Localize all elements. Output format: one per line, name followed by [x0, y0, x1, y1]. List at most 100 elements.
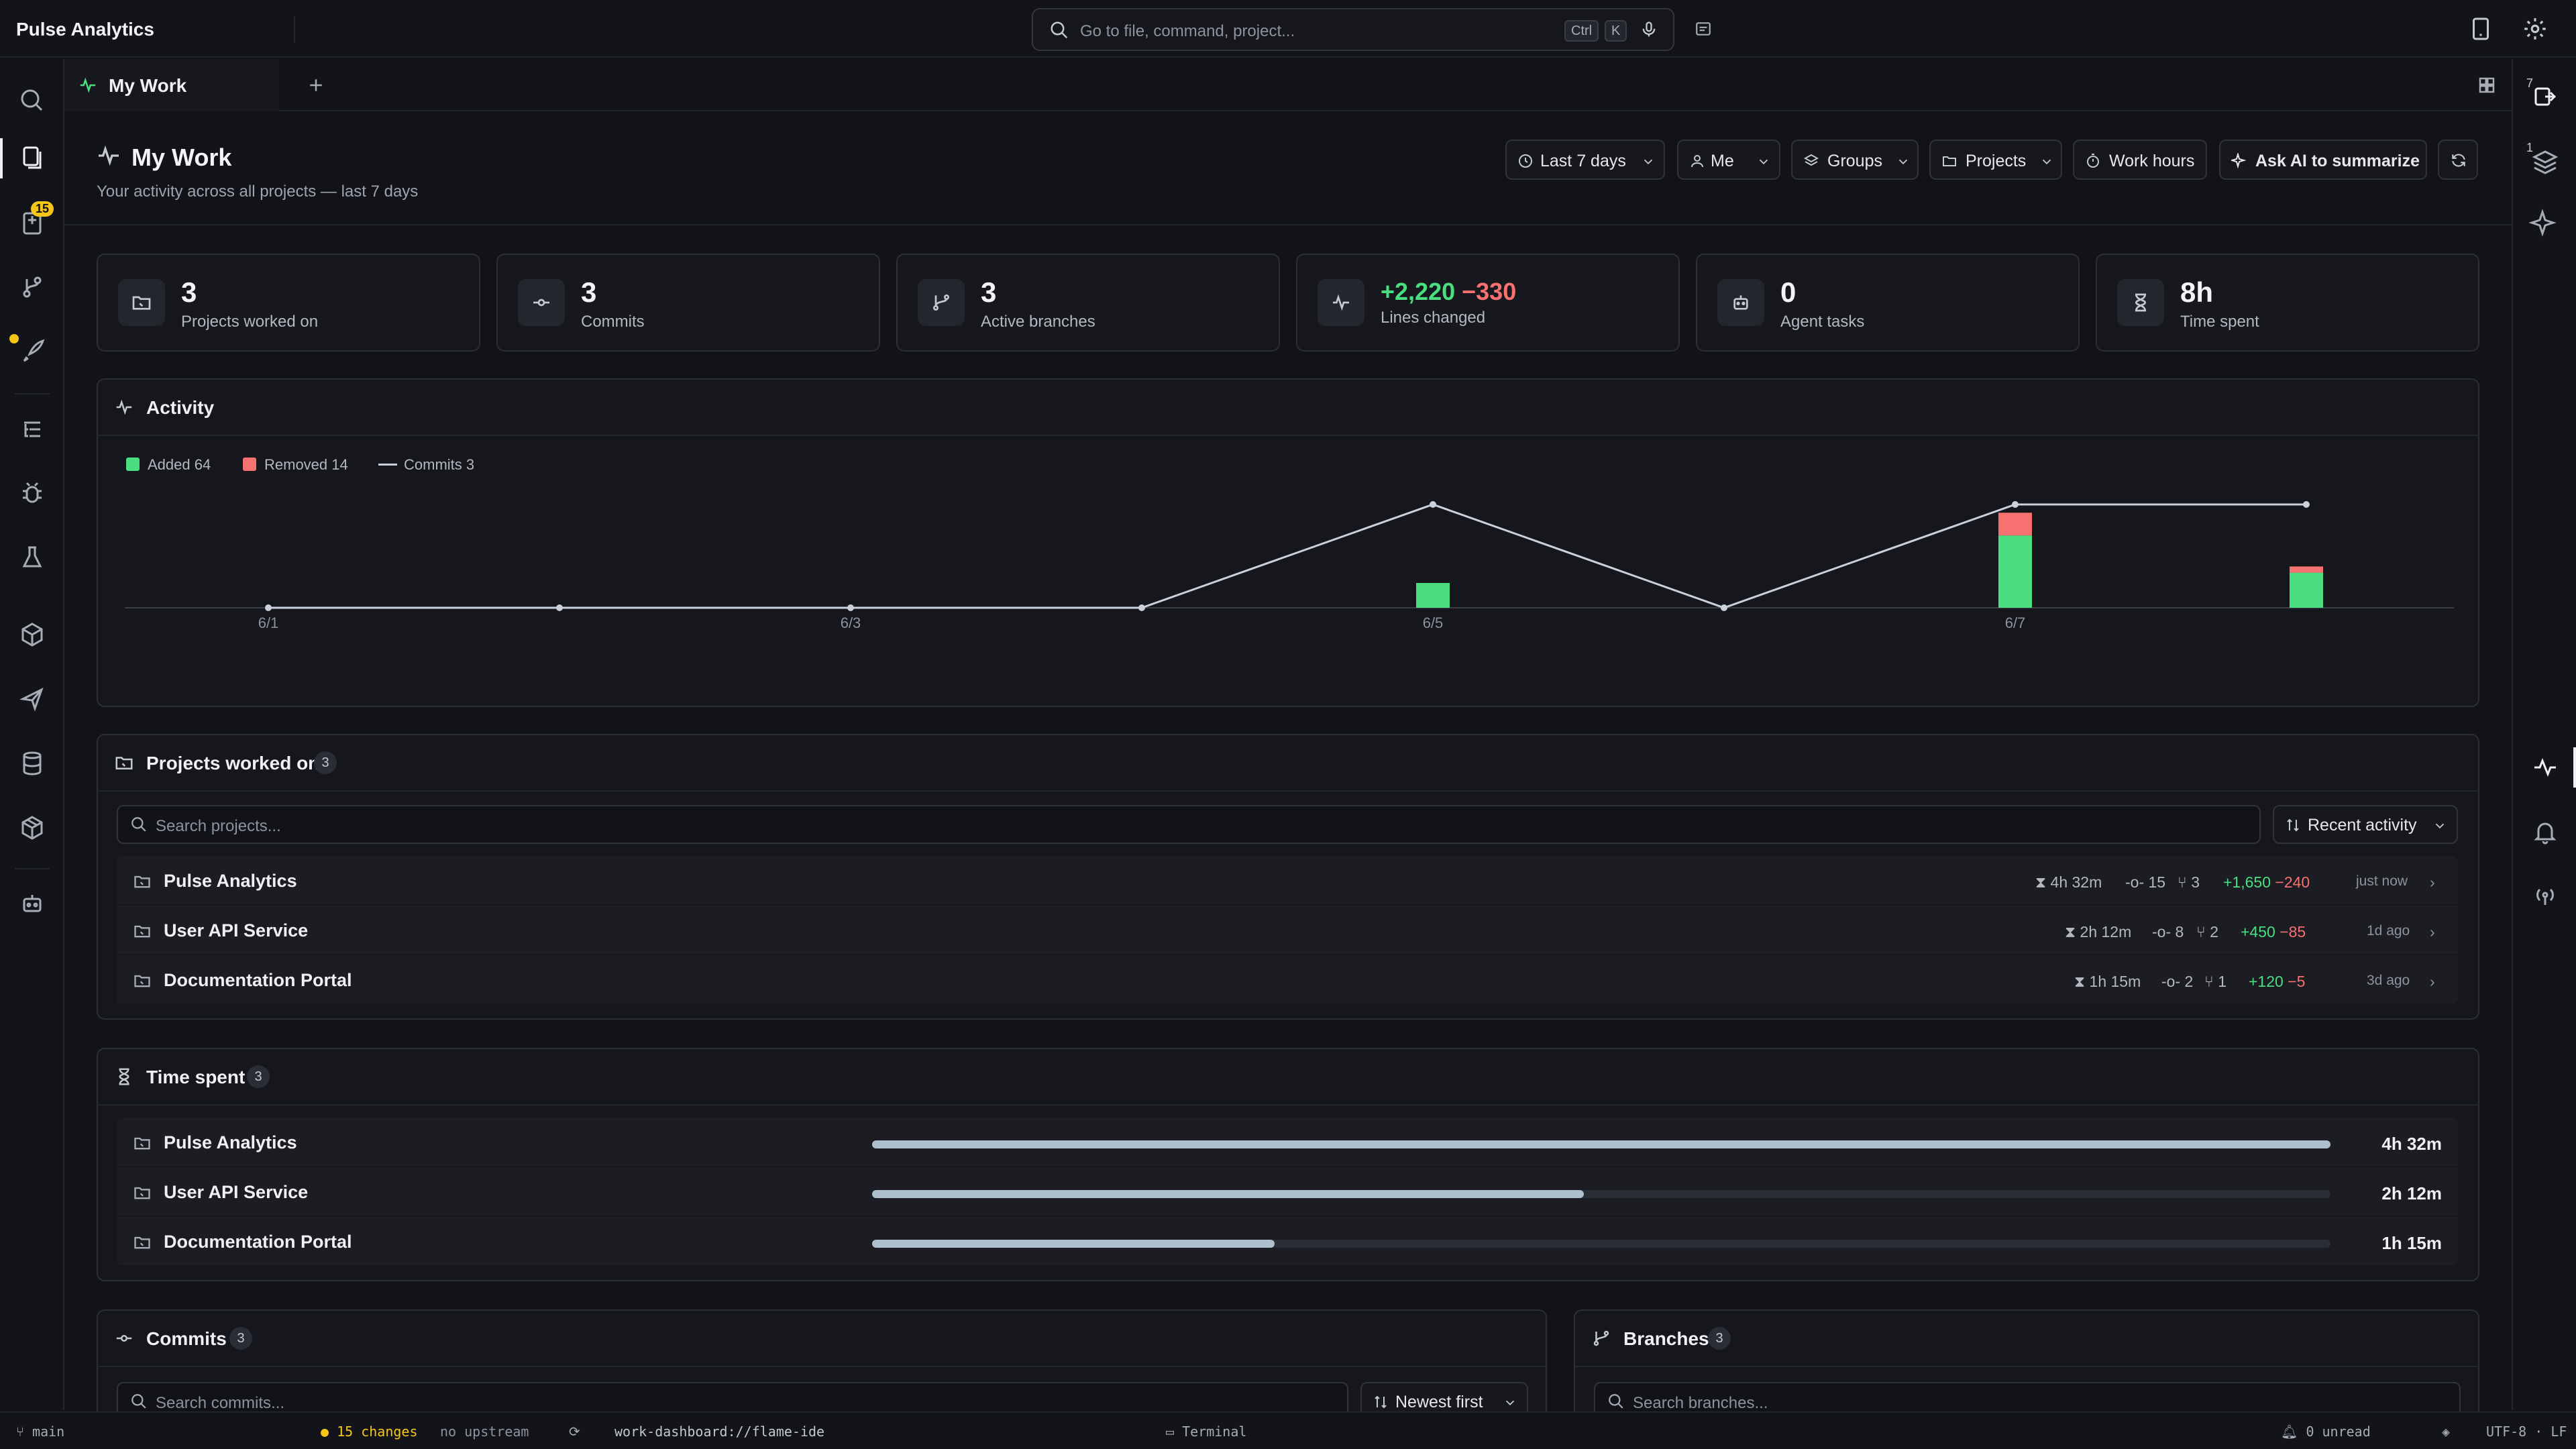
work-hours-toggle[interactable]: Work hours — [2073, 140, 2207, 180]
chevron-right-icon: › — [2430, 873, 2435, 891]
terminal-button[interactable]: ▭ Terminal — [1166, 1424, 1246, 1440]
pulse-icon — [1333, 294, 1349, 311]
user-select[interactable]: Me — [1677, 140, 1780, 180]
commits-point — [1721, 604, 1727, 611]
chevron-down-icon — [2435, 823, 2445, 829]
sort-icon — [2287, 818, 2299, 832]
project-sort-select[interactable]: Recent activity — [2273, 805, 2458, 844]
project-commits: -o- 15 — [2125, 873, 2166, 891]
sparkles-icon[interactable] — [2525, 205, 2565, 246]
git-branch-icon[interactable] — [12, 267, 52, 307]
stat-icon-box — [918, 279, 965, 326]
project-last-active: just now — [2356, 873, 2408, 889]
stat-icon-box — [1318, 279, 1364, 326]
projects-select[interactable]: Projects — [1929, 140, 2062, 180]
branch-status[interactable]: ⑂ main — [16, 1424, 64, 1440]
time-row: Pulse Analytics 4h 32m — [117, 1118, 2458, 1167]
gear-icon[interactable] — [2522, 16, 2548, 42]
network-icon[interactable]: ◈ — [2442, 1424, 2450, 1440]
folder-icon — [132, 296, 151, 310]
refresh-button[interactable] — [2438, 140, 2478, 180]
project-time: ⧗ 4h 32m — [2035, 873, 2102, 891]
branches-value: 1 — [2218, 973, 2226, 990]
bell-icon[interactable] — [2525, 812, 2565, 852]
date-range-select[interactable]: Last 7 days — [1505, 140, 1665, 180]
pulse-icon[interactable] — [2525, 747, 2565, 788]
stat-card-commits: 3 Commits — [496, 254, 880, 352]
robot-icon[interactable] — [12, 884, 52, 924]
bar-added — [1416, 583, 1450, 608]
sparkles-icon — [2231, 153, 2247, 169]
chevron-right-icon: › — [2430, 923, 2435, 941]
folder-icon — [134, 925, 150, 938]
hourglass-icon — [2135, 293, 2147, 312]
project-lines: +1,650 −240 — [2223, 873, 2310, 892]
database-icon[interactable] — [12, 743, 52, 784]
folder-icon — [115, 757, 133, 769]
chevron-down-icon — [1759, 159, 1768, 165]
time-bar-track — [872, 1140, 2330, 1148]
branch-search-input[interactable]: Search branches... — [1594, 1382, 2461, 1411]
command-palette-input[interactable]: Go to file, command, project... Ctrl K — [1032, 8, 1674, 51]
layers-icon[interactable] — [2525, 141, 2565, 181]
stat-card-time-spent: 8h Time spent — [2096, 254, 2479, 352]
project-row[interactable]: User API Service ⧗ 2h 12m -o- 8 ⑂ 2 +450… — [117, 906, 2458, 955]
tablet-icon[interactable] — [2469, 16, 2493, 42]
stat-label: Time spent — [2180, 313, 2259, 331]
search-icon[interactable] — [12, 80, 52, 121]
time-row: Documentation Portal 1h 15m — [117, 1217, 2458, 1267]
project-name: User API Service — [164, 1182, 309, 1202]
tab-my-work[interactable]: My Work — [64, 59, 279, 111]
stat-label: Commits — [581, 313, 645, 331]
broadcast-icon[interactable] — [2525, 876, 2565, 916]
package-icon[interactable] — [12, 614, 52, 655]
sync-icon[interactable]: ⟳ — [569, 1424, 580, 1440]
refresh-icon — [2452, 154, 2465, 167]
panel-header: Time spent 3 — [98, 1049, 2478, 1106]
send-icon[interactable] — [12, 679, 52, 719]
search-icon — [1051, 21, 1068, 39]
commit-search-input[interactable]: Search commits... — [117, 1382, 1348, 1411]
groups-select[interactable]: Groups — [1791, 140, 1919, 180]
plus-icon[interactable] — [306, 75, 326, 95]
list-tree-icon[interactable] — [12, 409, 52, 449]
legend-commits: Commits 3 — [404, 456, 475, 473]
legend-removed: Removed 14 — [264, 456, 348, 473]
project-search-input[interactable]: Search projects... — [117, 805, 2261, 844]
legend-swatch-removed — [243, 458, 256, 471]
bug-icon[interactable] — [12, 474, 52, 514]
encoding-status[interactable]: UTF-8 · LF — [2486, 1424, 2567, 1440]
cube-icon[interactable] — [12, 808, 52, 848]
project-row[interactable]: Pulse Analytics ⧗ 4h 32m -o- 15 ⑂ 3 +1,6… — [117, 856, 2458, 906]
commit-icon — [116, 1335, 132, 1342]
project-branches: ⑂ 2 — [2196, 923, 2218, 941]
layout-icon[interactable] — [1695, 20, 1712, 38]
chevron-right-icon: › — [2430, 973, 2435, 990]
git-compare-icon[interactable] — [2525, 76, 2565, 117]
time-value: 1h 15m — [2089, 973, 2141, 990]
right-panel-bar: 7 1 — [2512, 59, 2576, 1410]
project-lines: +120 −5 — [2249, 973, 2305, 991]
changes-status[interactable]: ● 15 changes — [321, 1424, 418, 1440]
branch-name: main — [32, 1424, 65, 1440]
pulse-icon — [116, 399, 132, 415]
lines-removed: −330 — [1462, 278, 1517, 305]
project-commits: -o- 8 — [2152, 923, 2184, 941]
microphone-icon[interactable] — [1640, 20, 1658, 39]
commit-sort-select[interactable]: Newest first — [1360, 1382, 1528, 1411]
legend-added: Added 64 — [148, 456, 211, 473]
ask-ai-button[interactable]: Ask AI to summarize — [2219, 140, 2427, 180]
files-icon[interactable] — [12, 138, 52, 178]
clock-icon — [1519, 154, 1532, 168]
project-name: Documentation Portal — [164, 970, 352, 990]
commits-point — [1430, 501, 1436, 508]
commits-value: 2 — [2184, 973, 2194, 990]
folder-icon — [134, 1236, 150, 1249]
grid-icon[interactable] — [2477, 75, 2497, 95]
notifications-status[interactable]: 🔔︎ 0 unread — [2281, 1424, 2371, 1440]
flask-icon[interactable] — [12, 538, 52, 578]
project-row[interactable]: Documentation Portal ⧗ 1h 15m -o- 2 ⑂ 1 … — [117, 955, 2458, 1005]
stat-label: Projects worked on — [181, 313, 319, 331]
terminal-label: Terminal — [1182, 1424, 1247, 1440]
stat-card-projects: 3 Projects worked on — [97, 254, 480, 352]
